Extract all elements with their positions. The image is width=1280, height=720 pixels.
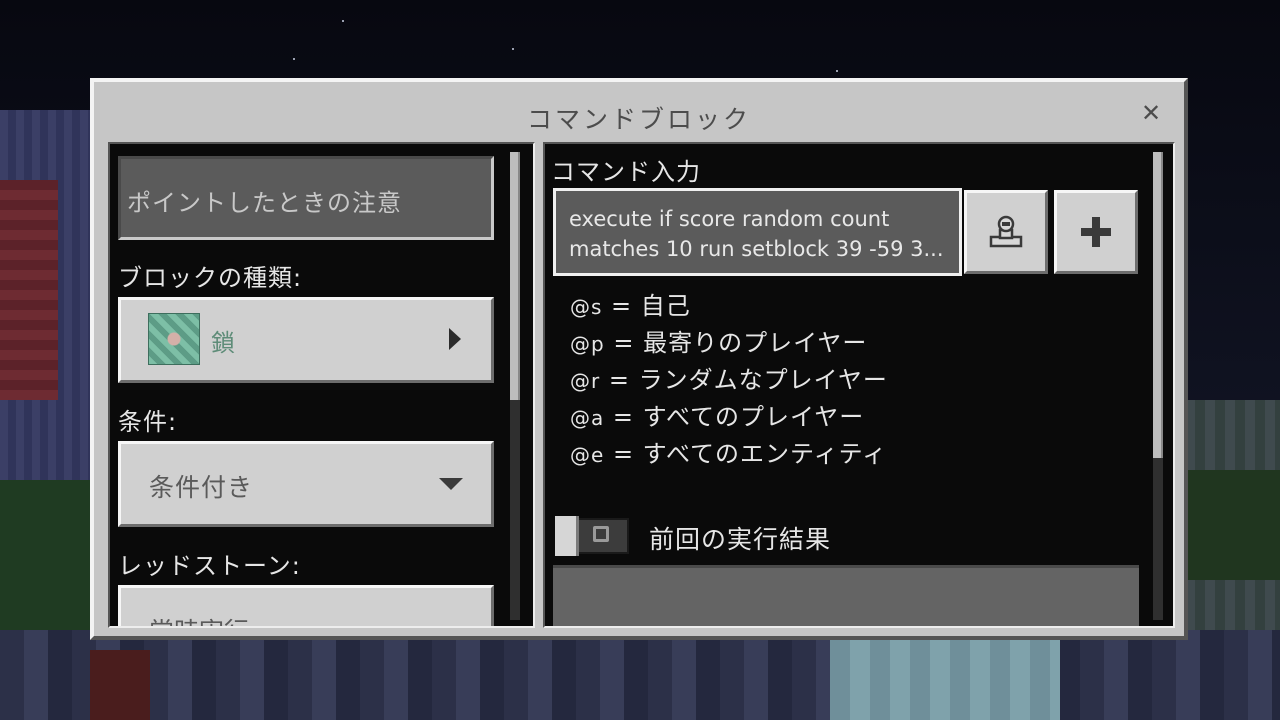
last-output-toggle[interactable] bbox=[555, 516, 629, 556]
command-block-floor bbox=[830, 640, 1060, 720]
selector-help-item: @p = 最寄りのプレイヤー bbox=[570, 329, 868, 357]
star bbox=[836, 70, 838, 72]
block-type-value: 鎖 bbox=[211, 329, 235, 357]
condition-value: 条件付き bbox=[149, 473, 254, 502]
block-type-button[interactable]: 鎖 bbox=[118, 297, 494, 383]
plus-icon bbox=[1057, 193, 1135, 271]
chain-command-block-icon bbox=[148, 313, 200, 365]
last-output-field bbox=[553, 565, 1139, 626]
condition-dropdown[interactable]: 条件付き bbox=[118, 441, 494, 527]
star bbox=[342, 20, 344, 22]
star bbox=[512, 48, 514, 50]
last-output-label: 前回の実行結果 bbox=[649, 525, 832, 554]
settings-scrollbar[interactable] bbox=[510, 152, 520, 620]
hover-note-input[interactable]: ポイントしたときの注意 bbox=[118, 156, 494, 240]
redstone-floor bbox=[90, 650, 150, 720]
grass-left bbox=[0, 480, 100, 640]
toggle-knob[interactable] bbox=[555, 516, 579, 556]
command-input-label: コマンド入力 bbox=[551, 158, 701, 186]
star bbox=[293, 58, 295, 60]
command-block-dialog: コマンドブロック ✕ ポイントしたときの注意 ブロックの種類: 鎖 条件: 条件… bbox=[90, 78, 1188, 640]
grass-right bbox=[1185, 470, 1280, 580]
command-input[interactable]: execute if score random count matches 10… bbox=[553, 188, 962, 276]
command-text: execute if score random count matches 10… bbox=[569, 204, 954, 264]
command-text-line-1: execute if score random count bbox=[569, 207, 890, 231]
chevron-right-icon bbox=[449, 328, 461, 350]
command-panel: コマンド入力 execute if score random count mat… bbox=[543, 142, 1175, 628]
close-icon[interactable]: ✕ bbox=[1138, 100, 1164, 126]
hover-note-placeholder: ポイントしたときの注意 bbox=[127, 189, 402, 217]
redstone-dropdown[interactable]: 常時実行 bbox=[118, 585, 494, 626]
command-builder-button[interactable] bbox=[964, 190, 1048, 274]
command-builder-icon bbox=[967, 193, 1045, 271]
block-type-label: ブロックの種類: bbox=[118, 264, 303, 292]
settings-scroll-thumb[interactable] bbox=[510, 152, 520, 400]
command-text-line-2: matches 10 run setblock 39 -59 3... bbox=[569, 237, 944, 261]
selector-help-list: @s = 自己 @p = 最寄りのプレイヤー @r = ランダムなプレイヤー @… bbox=[570, 288, 888, 473]
redstone-label: レッドストーン: bbox=[118, 552, 301, 580]
dialog-title: コマンドブロック bbox=[526, 105, 751, 134]
toggle-off-icon bbox=[593, 526, 609, 542]
selector-help-item: @a = すべてのプレイヤー bbox=[570, 403, 865, 431]
selector-help-item: @e = すべてのエンティティ bbox=[570, 440, 888, 468]
redstone-value: 常時実行 bbox=[149, 612, 249, 626]
add-button[interactable] bbox=[1054, 190, 1138, 274]
command-scrollbar[interactable] bbox=[1153, 152, 1163, 620]
command-scroll-thumb[interactable] bbox=[1153, 152, 1163, 458]
chevron-down-icon bbox=[439, 478, 463, 490]
block-floor bbox=[0, 630, 1280, 720]
condition-label: 条件: bbox=[118, 408, 178, 436]
settings-panel: ポイントしたときの注意 ブロックの種類: 鎖 条件: 条件付き レッドストーン:… bbox=[108, 142, 535, 628]
selector-help-item: @s = 自己 bbox=[570, 292, 691, 320]
red-wall bbox=[0, 180, 58, 400]
selector-help-item: @r = ランダムなプレイヤー bbox=[570, 366, 888, 394]
